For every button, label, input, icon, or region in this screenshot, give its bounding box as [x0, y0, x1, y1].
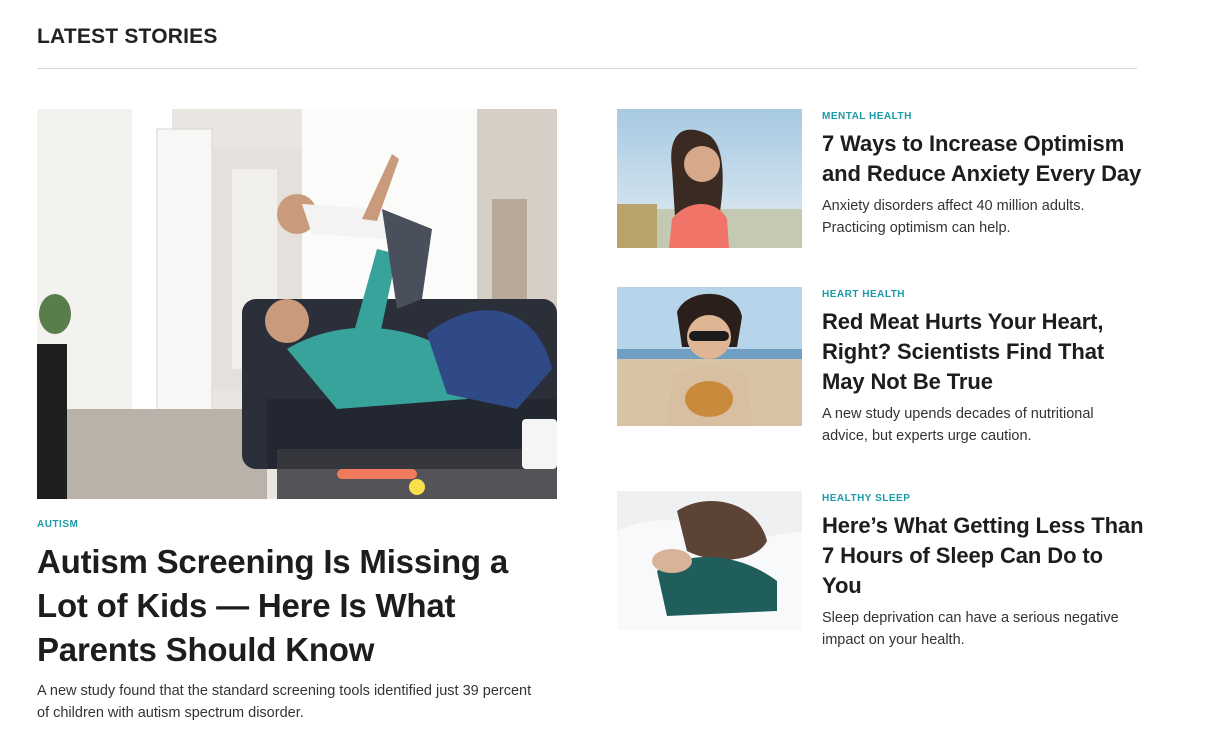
story-thumbnail[interactable] [617, 491, 802, 630]
feature-headline[interactable]: Autism Screening Is Missing a Lot of Kid… [37, 540, 557, 672]
story-dek: Anxiety disorders affect 40 million adul… [822, 198, 1085, 236]
section-title: LATEST STORIES [37, 25, 218, 48]
feature-dek: A new study found that the standard scre… [37, 683, 532, 721]
story-thumbnail[interactable] [617, 109, 802, 248]
story-dek: A new study upends decades of nutritiona… [822, 406, 1094, 444]
story-headline[interactable]: Red Meat Hurts Your Heart, Right? Scient… [822, 307, 1147, 397]
story-category[interactable]: HEALTHY SLEEP [822, 493, 1147, 504]
story-thumbnail[interactable] [617, 287, 802, 426]
story-category[interactable]: HEART HEALTH [822, 289, 1147, 300]
story-category[interactable]: MENTAL HEALTH [822, 111, 1147, 122]
feature-category[interactable]: AUTISM [37, 519, 557, 530]
story-headline[interactable]: Here’s What Getting Less Than 7 Hours of… [822, 511, 1147, 601]
section-divider [37, 68, 1137, 69]
feature-image[interactable] [37, 109, 557, 499]
story-dek: Sleep deprivation can have a serious neg… [822, 610, 1119, 648]
story-headline[interactable]: 7 Ways to Increase Optimism and Reduce A… [822, 129, 1147, 189]
featured-story[interactable]: AUTISM Autism Screening Is Missing a Lot… [37, 109, 557, 724]
